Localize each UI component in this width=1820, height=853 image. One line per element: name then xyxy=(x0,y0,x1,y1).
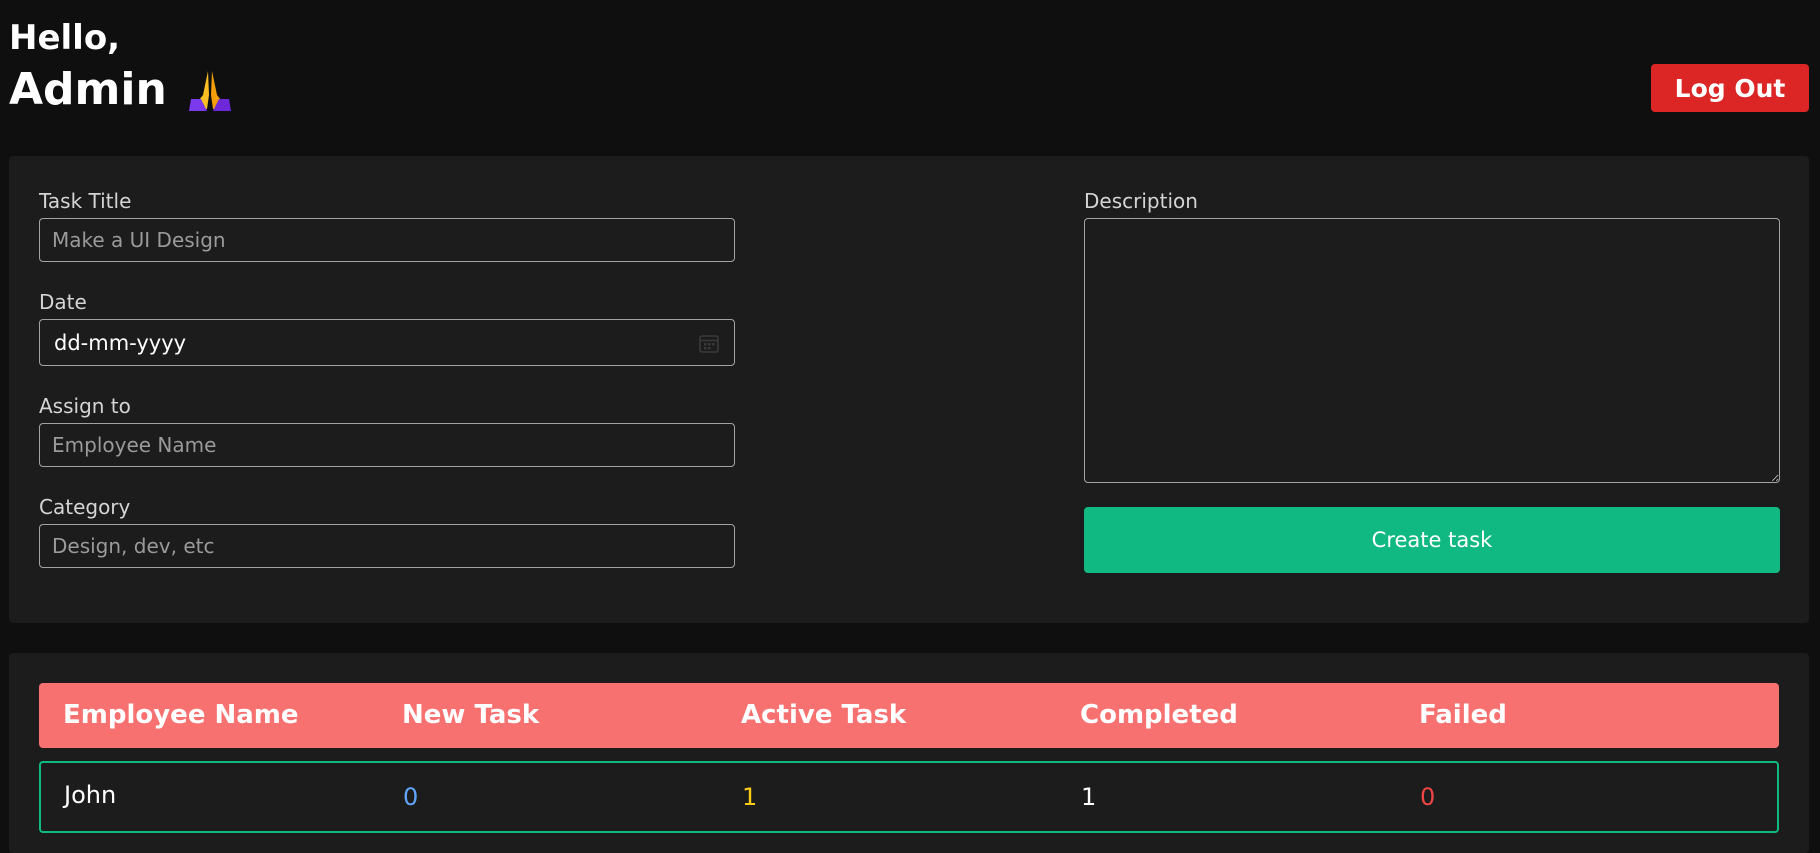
cell-new-task: 0 xyxy=(403,783,419,811)
category-label: Category xyxy=(39,495,131,519)
user-name: Admin xyxy=(9,64,167,115)
header-completed: Completed xyxy=(1080,700,1238,730)
header-active-task: Active Task xyxy=(741,700,907,730)
cell-completed: 1 xyxy=(1081,783,1097,811)
description-textarea[interactable] xyxy=(1084,218,1780,483)
table-header: Employee Name New Task Active Task Compl… xyxy=(39,683,1779,748)
calendar-icon[interactable] xyxy=(698,332,720,354)
date-value: dd-mm-yyyy xyxy=(54,330,187,355)
greeting-text: Hello, xyxy=(9,18,121,58)
cell-active-task: 1 xyxy=(742,783,758,811)
header-new-task: New Task xyxy=(402,700,540,730)
assign-to-label: Assign to xyxy=(39,394,131,418)
header-employee-name: Employee Name xyxy=(63,700,299,730)
create-task-form: Task Title Date dd-mm-yyyy Assign to Cat… xyxy=(9,156,1809,623)
description-label: Description xyxy=(1084,189,1198,213)
cell-employee-name: John xyxy=(64,781,117,809)
user-name-heading: Admin xyxy=(9,62,235,118)
create-task-button[interactable]: Create task xyxy=(1084,507,1780,573)
date-label: Date xyxy=(39,290,87,314)
cell-failed: 0 xyxy=(1420,783,1436,811)
header-failed: Failed xyxy=(1419,700,1507,730)
task-title-label: Task Title xyxy=(39,189,132,213)
employee-task-table: Employee Name New Task Active Task Compl… xyxy=(9,653,1809,853)
folded-hands-icon xyxy=(185,65,235,115)
assign-to-input[interactable] xyxy=(39,423,735,467)
table-row: John 0 1 1 0 xyxy=(39,761,1779,833)
logout-button[interactable]: Log Out xyxy=(1651,64,1809,112)
category-input[interactable] xyxy=(39,524,735,568)
date-input[interactable]: dd-mm-yyyy xyxy=(39,319,735,366)
task-title-input[interactable] xyxy=(39,218,735,262)
